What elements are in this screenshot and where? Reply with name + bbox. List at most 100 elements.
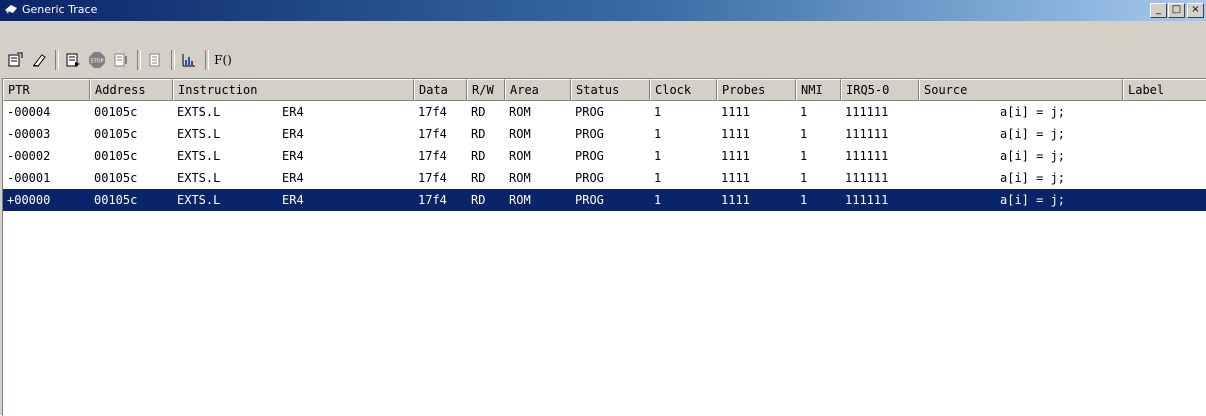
cell-mnemonic: EXTS.L: [177, 171, 221, 185]
table-header: PTR Address Instruction Data R/W Area St…: [3, 79, 1206, 101]
cell-area: ROM: [509, 171, 531, 185]
cell-operand: ER4: [282, 149, 304, 163]
cell-label: [1123, 101, 1206, 123]
cell-probes: 1111: [721, 149, 750, 163]
cell-data: 17f4: [418, 149, 447, 163]
window-title: Generic Trace: [22, 3, 98, 16]
column-header-probes[interactable]: Probes: [717, 79, 796, 101]
cell-mnemonic: EXTS.L: [177, 105, 221, 119]
cell-ptr: -00003: [7, 127, 51, 141]
cell-area: ROM: [509, 149, 531, 163]
function-button[interactable]: F(): [212, 49, 234, 71]
cell-status: PROG: [575, 105, 604, 119]
table-row-selected[interactable]: +00000 00105c EXTS.L ER4 17f4 RD ROM PRO…: [3, 189, 1206, 211]
stop-icon[interactable]: STOP: [86, 49, 108, 71]
cell-nmi: 1: [800, 105, 808, 119]
cell-operand: ER4: [282, 127, 304, 141]
cell-status: PROG: [575, 127, 604, 141]
cell-data: 17f4: [418, 127, 447, 141]
cell-address: 00105c: [94, 105, 138, 119]
cell-nmi: 1: [800, 149, 808, 163]
cell-status: PROG: [575, 149, 604, 163]
cell-area: ROM: [509, 193, 531, 207]
toolbar-separator: [55, 50, 59, 70]
column-header-address[interactable]: Address: [90, 79, 173, 101]
cell-rw: RD: [471, 105, 486, 119]
trace-table[interactable]: PTR Address Instruction Data R/W Area St…: [2, 78, 1206, 416]
toolbar-separator: [137, 50, 141, 70]
cell-irq: 111111: [845, 127, 889, 141]
toolbar: STOP F(): [0, 21, 1206, 78]
cell-address: 00105c: [94, 193, 138, 207]
find-icon[interactable]: [144, 49, 166, 71]
cell-clock: 1: [654, 149, 662, 163]
table-row[interactable]: -00002 00105c EXTS.L ER4 17f4 RD ROM PRO…: [3, 145, 1206, 167]
column-header-irq[interactable]: IRQ5-0: [841, 79, 919, 101]
column-header-ptr[interactable]: PTR: [3, 79, 90, 101]
table-row[interactable]: -00001 00105c EXTS.L ER4 17f4 RD ROM PRO…: [3, 167, 1206, 189]
table-body: -00004 00105c EXTS.L ER4 17f4 RD ROM PRO…: [3, 101, 1206, 211]
app-icon: [4, 3, 20, 17]
cell-address: 00105c: [94, 127, 138, 141]
cell-status: PROG: [575, 171, 604, 185]
column-header-label[interactable]: Label: [1123, 79, 1206, 101]
function-label: F(): [214, 53, 232, 67]
cell-label: [1123, 189, 1206, 211]
column-header-area[interactable]: Area: [505, 79, 571, 101]
cell-label: [1123, 167, 1206, 189]
column-header-rw[interactable]: R/W: [467, 79, 505, 101]
cell-ptr: -00001: [7, 171, 51, 185]
cell-label: [1123, 123, 1206, 145]
cell-irq: 111111: [845, 105, 889, 119]
cell-probes: 1111: [721, 105, 750, 119]
column-header-data[interactable]: Data: [414, 79, 467, 101]
cell-area: ROM: [509, 127, 531, 141]
column-header-nmi[interactable]: NMI: [796, 79, 841, 101]
toolbar-separator: [205, 50, 209, 70]
table-row[interactable]: -00003 00105c EXTS.L ER4 17f4 RD ROM PRO…: [3, 123, 1206, 145]
cell-clock: 1: [654, 193, 662, 207]
minimize-button[interactable]: _: [1150, 3, 1167, 18]
cell-clock: 1: [654, 127, 662, 141]
cell-data: 17f4: [418, 105, 447, 119]
acquisition-icon[interactable]: [62, 49, 84, 71]
close-button[interactable]: ×: [1187, 3, 1204, 18]
cell-address: 00105c: [94, 149, 138, 163]
cell-source: a[i] = j;: [1000, 105, 1066, 119]
title-bar[interactable]: Generic Trace _ □ ×: [0, 0, 1206, 21]
cell-source: a[i] = j;: [1000, 149, 1066, 163]
cell-rw: RD: [471, 171, 486, 185]
column-header-status[interactable]: Status: [571, 79, 650, 101]
cell-irq: 111111: [845, 171, 889, 185]
cell-operand: ER4: [282, 105, 304, 119]
cell-operand: ER4: [282, 193, 304, 207]
cell-probes: 1111: [721, 127, 750, 141]
chart-icon[interactable]: [178, 49, 200, 71]
cell-clock: 1: [654, 105, 662, 119]
cell-nmi: 1: [800, 193, 808, 207]
cell-rw: RD: [471, 127, 486, 141]
column-header-source[interactable]: Source: [919, 79, 1123, 101]
cell-irq: 111111: [845, 193, 889, 207]
svg-text:STOP: STOP: [90, 59, 103, 65]
cell-irq: 111111: [845, 149, 889, 163]
cell-address: 00105c: [94, 171, 138, 185]
cell-rw: RD: [471, 149, 486, 163]
cell-source: a[i] = j;: [1000, 171, 1066, 185]
cell-mnemonic: EXTS.L: [177, 193, 221, 207]
eraser-icon[interactable]: [28, 49, 50, 71]
cell-ptr: -00004: [7, 105, 51, 119]
cell-ptr: -00002: [7, 149, 51, 163]
halt-icon[interactable]: [110, 49, 132, 71]
cell-clock: 1: [654, 171, 662, 185]
cell-ptr: +00000: [7, 193, 51, 207]
properties-icon[interactable]: [4, 49, 26, 71]
column-header-clock[interactable]: Clock: [650, 79, 717, 101]
maximize-button[interactable]: □: [1168, 3, 1185, 18]
table-row[interactable]: -00004 00105c EXTS.L ER4 17f4 RD ROM PRO…: [3, 101, 1206, 123]
cell-source: a[i] = j;: [1000, 193, 1066, 207]
cell-nmi: 1: [800, 127, 808, 141]
column-header-instruction[interactable]: Instruction: [173, 79, 414, 101]
cell-data: 17f4: [418, 193, 447, 207]
cell-rw: RD: [471, 193, 486, 207]
